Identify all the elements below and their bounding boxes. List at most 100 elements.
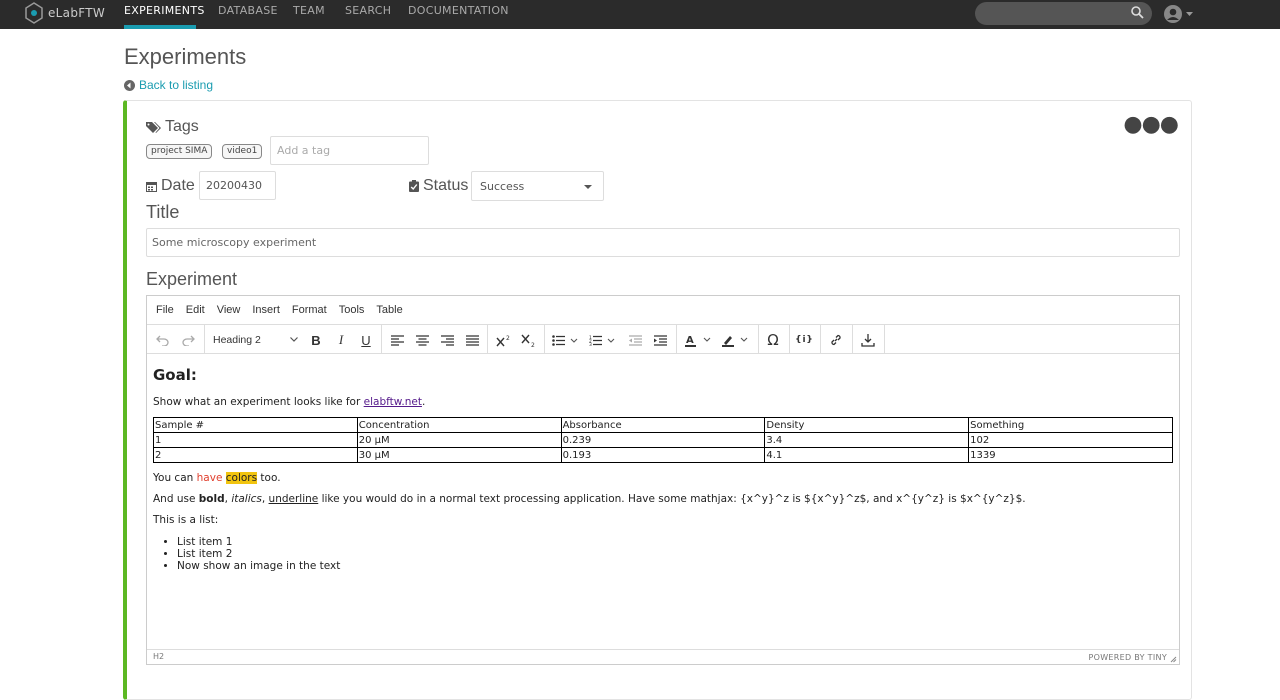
editor-menubar: File Edit View Insert Format Tools Table	[147, 296, 1179, 325]
active-nav-indicator	[124, 25, 196, 29]
redo-icon[interactable]	[179, 329, 197, 351]
status-heading: Status	[409, 177, 468, 195]
menu-format[interactable]: Format	[292, 304, 327, 316]
intro-paragraph: Show what an experiment looks like for e…	[153, 396, 1173, 408]
table-cell: 1	[153, 432, 358, 448]
colors-text: You can	[153, 472, 197, 484]
page-title: Experiments	[124, 44, 247, 69]
rich-text-editor: File Edit View Insert Format Tools Table…	[146, 295, 1180, 665]
list-intro: This is a list:	[153, 514, 219, 526]
download-icon[interactable]	[858, 329, 878, 351]
align-justify-icon[interactable]	[463, 329, 481, 351]
menu-edit[interactable]: Edit	[186, 304, 205, 316]
status-select[interactable]: Success	[471, 171, 604, 201]
highlighted-text: colors	[225, 472, 258, 484]
table-row: 1 20 µM 0.239 3.4 102	[153, 432, 1173, 448]
toolbar-separator	[204, 325, 205, 354]
menu-table[interactable]: Table	[376, 304, 402, 316]
nav-experiments[interactable]: EXPERIMENTS	[124, 4, 205, 17]
element-path[interactable]: H2	[153, 652, 164, 661]
underline-icon[interactable]: U	[357, 329, 375, 351]
editor-statusbar: H2 POWERED BY TINY	[147, 649, 1179, 664]
menu-view[interactable]: View	[217, 304, 241, 316]
more-options-icon[interactable]: ●●●	[1123, 114, 1179, 136]
elabftw-logo-icon	[25, 2, 43, 24]
tag-chip[interactable]: video1	[222, 144, 263, 159]
nav-search[interactable]: SEARCH	[345, 4, 391, 17]
svg-text:2: 2	[531, 342, 535, 347]
list-item: List item 2	[177, 548, 1173, 560]
editor-content-area[interactable]: Goal: Show what an experiment looks like…	[153, 366, 1173, 572]
user-avatar-icon	[1164, 5, 1182, 23]
block-format-value: Heading 2	[213, 334, 261, 346]
table-cell: Absorbance	[560, 417, 766, 433]
nav-database[interactable]: DATABASE	[218, 4, 278, 17]
back-link-label: Back to listing	[139, 78, 214, 92]
table-cell: Concentration	[356, 417, 562, 433]
svg-text:3: 3	[589, 342, 592, 346]
outdent-icon[interactable]	[626, 329, 644, 351]
table-row: 2 30 µM 0.193 4.1 1339	[153, 447, 1173, 463]
date-field[interactable]: 20200430	[199, 171, 276, 200]
table-cell: 0.193	[560, 447, 766, 463]
resize-handle-icon[interactable]	[1170, 656, 1177, 663]
menu-insert[interactable]: Insert	[252, 304, 280, 316]
nav-documentation[interactable]: DOCUMENTATION	[408, 4, 509, 17]
elabftw-link[interactable]: elabftw.net	[364, 396, 422, 408]
brand-name: eLabFTW	[48, 6, 106, 20]
align-right-icon[interactable]	[438, 329, 456, 351]
intro-end: .	[421, 396, 426, 408]
menu-tools[interactable]: Tools	[339, 304, 365, 316]
back-to-listing-link[interactable]: Back to listing	[124, 78, 213, 92]
date-heading: Date	[146, 177, 195, 195]
tag-chip[interactable]: project SIMA	[146, 144, 213, 159]
user-menu[interactable]	[1163, 4, 1193, 24]
table-cell: Something	[968, 417, 1173, 433]
italic-icon[interactable]: I	[332, 329, 350, 351]
search-input[interactable]	[975, 2, 1152, 25]
caret-down-icon	[584, 185, 592, 189]
title-field[interactable]: Some microscopy experiment	[146, 228, 1180, 257]
table-cell: 102	[968, 432, 1173, 448]
align-center-icon[interactable]	[413, 329, 431, 351]
undo-icon[interactable]	[153, 329, 171, 351]
list-item: List item 1	[177, 536, 1173, 548]
date-label: Date	[161, 177, 195, 194]
red-text: have	[196, 472, 223, 484]
chevron-down-icon	[290, 337, 298, 342]
block-format-select[interactable]: Heading 2	[207, 329, 302, 351]
menu-file[interactable]: File	[156, 304, 174, 316]
editor-toolbar: Heading 2 B I U 2 2 1 2 3 A Ω {i}	[147, 325, 1179, 354]
align-left-icon[interactable]	[388, 329, 406, 351]
list-item: Now show an image in the text	[177, 560, 1173, 572]
link-icon[interactable]	[826, 329, 846, 351]
toolbar-separator	[758, 325, 759, 354]
bullet-list-icon[interactable]	[551, 329, 581, 351]
format-comma: ,	[261, 493, 269, 505]
numbered-list-icon[interactable]: 123	[588, 329, 618, 351]
nav-team[interactable]: TEAM	[293, 4, 325, 17]
data-table: Sample # Concentration Absorbance Densit…	[153, 417, 1173, 463]
tags-icon	[146, 121, 161, 133]
text-color-icon[interactable]: A	[683, 329, 715, 351]
indent-icon[interactable]	[651, 329, 669, 351]
toolbar-separator	[884, 325, 885, 354]
search-icon[interactable]	[1131, 6, 1144, 19]
format-text-rest: like you would do in a normal text proce…	[318, 493, 1026, 505]
brand-logo[interactable]: eLabFTW	[24, 2, 105, 24]
superscript-icon[interactable]: 2	[494, 329, 514, 351]
powered-by-tiny[interactable]: POWERED BY TINY	[1089, 653, 1168, 662]
table-cell: 3.4	[764, 432, 970, 448]
chevron-down-icon	[1186, 11, 1193, 16]
bold-icon[interactable]: B	[307, 329, 325, 351]
underline-text: underline	[268, 493, 319, 505]
add-tag-input[interactable]: Add a tag	[270, 136, 429, 165]
tags-heading: Tags	[146, 118, 199, 136]
special-character-icon[interactable]: Ω	[763, 329, 783, 351]
code-sample-icon[interactable]: { i }	[794, 329, 814, 351]
subscript-icon[interactable]: 2	[519, 329, 539, 351]
calendar-icon	[146, 181, 157, 192]
highlight-color-icon[interactable]	[720, 329, 752, 351]
table-cell: 4.1	[764, 447, 970, 463]
table-cell: Sample #	[153, 417, 358, 433]
